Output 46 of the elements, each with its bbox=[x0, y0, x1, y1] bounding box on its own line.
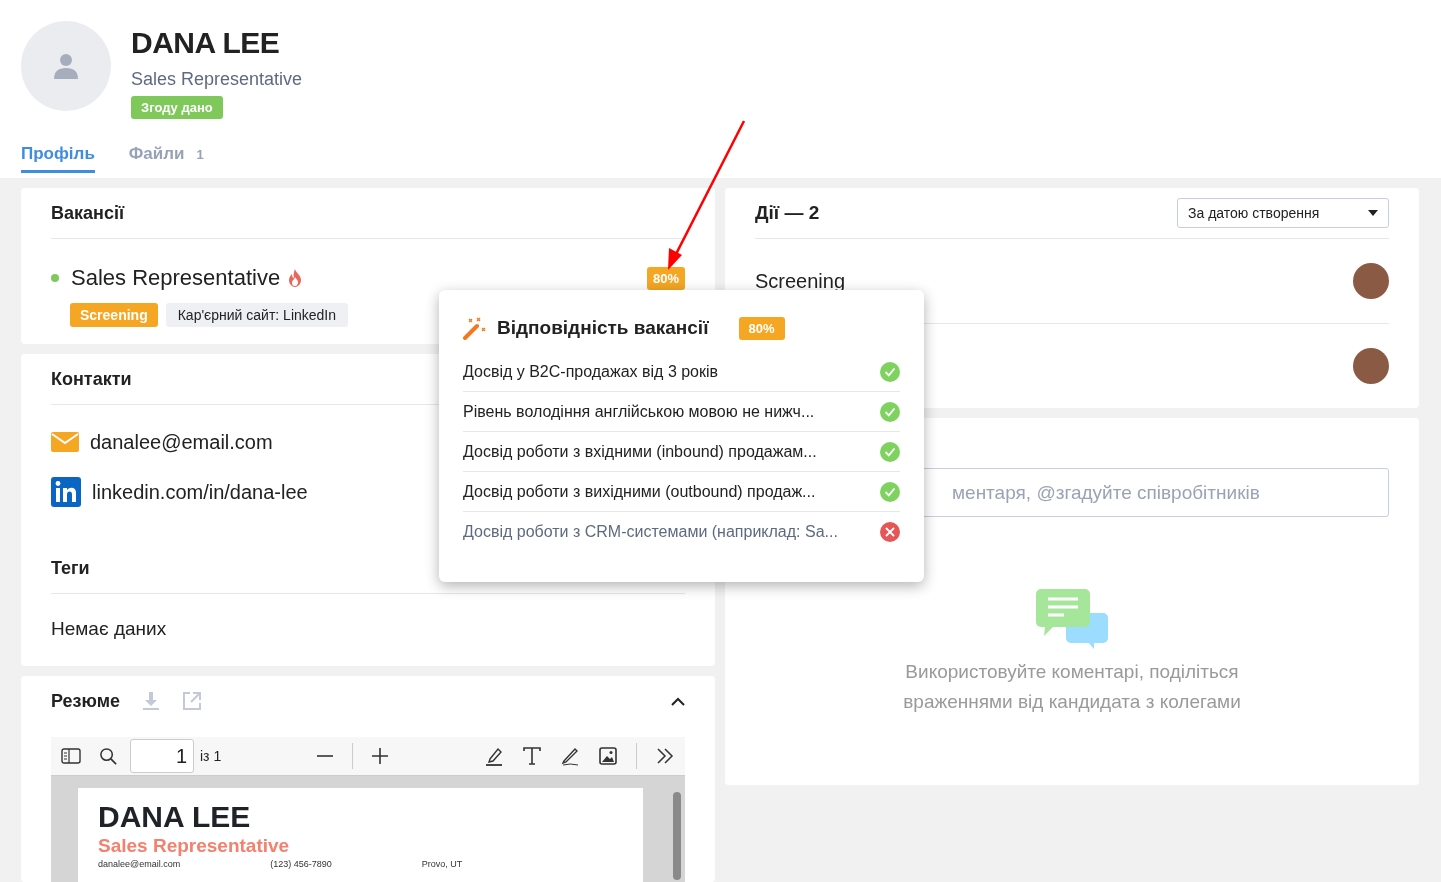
caret-icon bbox=[1368, 210, 1378, 216]
collapse-icon[interactable] bbox=[671, 696, 685, 706]
source-tag: Кар'єрний сайт: LinkedIn bbox=[165, 303, 349, 327]
match-badge: 80% bbox=[738, 316, 785, 340]
document-contact: (123) 456-7890 bbox=[270, 859, 332, 870]
popup-title: Відповідність вакансії bbox=[497, 317, 709, 339]
criterion-text: Досвід у B2C-продажах від 3 років bbox=[463, 362, 719, 381]
sort-dropdown[interactable]: За датою створення bbox=[1177, 198, 1389, 228]
document-name: DANA LEE bbox=[98, 800, 252, 833]
criterion-text: Досвід роботи з вхідними (inbound) продажам... bbox=[463, 442, 817, 461]
stage-badge: Screening bbox=[70, 303, 158, 327]
section-title: Резюме bbox=[51, 690, 120, 712]
document-contact: danalee@email.com bbox=[98, 859, 181, 870]
section-title: Дії — 2 bbox=[755, 202, 820, 224]
email-link[interactable]: danalee@email.com bbox=[90, 430, 273, 454]
empty-comments-text: Використовуйте коментарі, поділіться враженнями від кандидата з колегами bbox=[902, 660, 1242, 714]
zoom-in-icon[interactable] bbox=[371, 747, 390, 765]
vacancy-title[interactable]: Sales Representative bbox=[71, 265, 281, 291]
section-title: Вакансії bbox=[51, 202, 124, 224]
more-tools-icon[interactable] bbox=[655, 746, 675, 766]
candidate-name: DANA LEE bbox=[131, 25, 280, 61]
candidate-position: Sales Representative bbox=[131, 69, 303, 90]
user-avatar bbox=[1353, 263, 1389, 299]
document-position: Sales Representative bbox=[98, 835, 291, 856]
magic-wand-icon bbox=[463, 316, 487, 340]
section-title: Теги bbox=[51, 557, 90, 579]
action-title: Screening bbox=[755, 269, 846, 293]
envelope-icon bbox=[51, 432, 79, 452]
chat-bubbles-icon bbox=[1036, 589, 1108, 649]
empty-message: Немає даних bbox=[51, 617, 168, 640]
criterion-text: Досвід роботи з CRM-системами (наприклад: Sa... bbox=[463, 522, 838, 541]
text-tool-icon[interactable] bbox=[522, 746, 542, 766]
criterion-text: Рівень володіння англійською мовою не нижч... bbox=[463, 402, 815, 421]
page-number-field[interactable]: 1 bbox=[130, 739, 194, 773]
user-avatar bbox=[1353, 348, 1389, 384]
section-title: Контакти bbox=[51, 368, 132, 390]
page-count: із 1 bbox=[200, 748, 222, 764]
image-icon[interactable] bbox=[598, 746, 618, 766]
highlighter-icon[interactable] bbox=[484, 746, 504, 766]
document-contact: Provo, UT bbox=[421, 859, 463, 870]
pencil-icon[interactable] bbox=[560, 746, 580, 766]
profile-link[interactable]: linkedin.com/in/dana-lee bbox=[92, 480, 308, 504]
linkedin-icon bbox=[51, 477, 81, 507]
consent-badge: Згоду дано bbox=[131, 96, 223, 119]
search-icon[interactable] bbox=[99, 746, 118, 766]
sidebar-toggle-icon[interactable] bbox=[61, 748, 81, 764]
